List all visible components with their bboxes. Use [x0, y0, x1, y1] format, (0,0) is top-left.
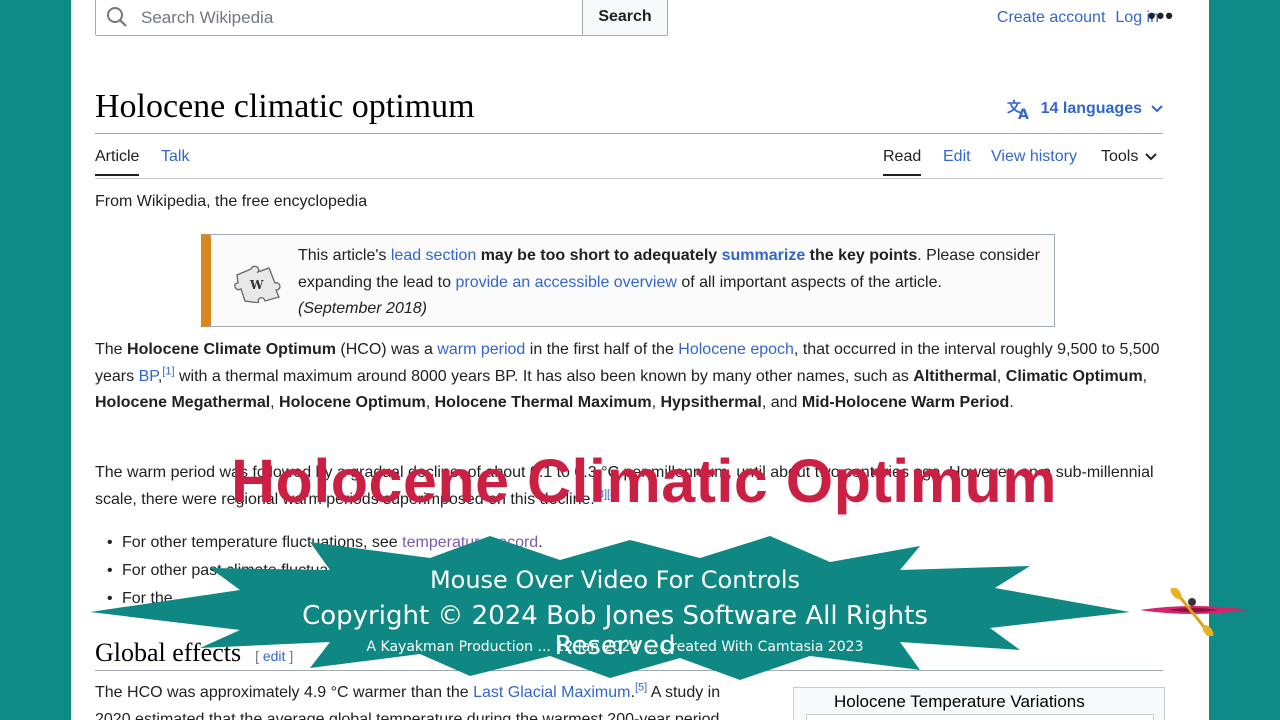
- tools-label: Tools: [1101, 148, 1139, 165]
- last-glacial-maximum-link[interactable]: Last Glacial Maximum: [473, 684, 630, 701]
- notice-text: This article's lead section may be too s…: [298, 247, 1040, 317]
- infobox-image: [806, 714, 1154, 720]
- intro-paragraph: The Holocene Climate Optimum (HCO) was a…: [95, 341, 1160, 411]
- global-effects-paragraph: The HCO was approximately 4.9 °C warmer …: [95, 681, 721, 720]
- create-account-link[interactable]: Create account: [997, 9, 1106, 27]
- lead-too-short-notice: W This article's lead section may be too…: [201, 234, 1055, 327]
- kayak-logo-icon: [1140, 588, 1248, 636]
- translate-icon: 文 A: [1007, 99, 1029, 120]
- production-credit: A Kayakman Production ... 12 Jan 2024 ..…: [366, 639, 864, 655]
- search-input[interactable]: [139, 7, 563, 29]
- tools-menu[interactable]: Tools: [1101, 148, 1158, 166]
- page-tabs: Article Talk Read Edit View history Tool…: [95, 140, 1163, 179]
- search-icon: [107, 7, 127, 27]
- notice-date: (September 2018): [298, 300, 427, 317]
- tagline: From Wikipedia, the free encyclopedia: [95, 193, 368, 210]
- accessible-overview-link[interactable]: provide an accessible overview: [455, 274, 676, 291]
- puzzle-piece-icon: W: [234, 265, 281, 303]
- svg-text:A: A: [1018, 107, 1029, 120]
- reference-1[interactable]: [1]: [162, 365, 174, 377]
- video-overlay-title: Holocene Climatic Optimum: [231, 447, 1057, 515]
- svg-text:W: W: [249, 278, 264, 292]
- reference-5[interactable]: [5]: [635, 682, 647, 694]
- page-title: Holocene climatic optimum: [95, 88, 475, 125]
- search-button[interactable]: Search: [583, 0, 668, 36]
- tab-read[interactable]: Read: [883, 148, 922, 176]
- bp-link[interactable]: BP: [139, 368, 158, 385]
- infobox: Holocene Temperature Variations: [793, 687, 1165, 720]
- tab-view-history[interactable]: View history: [991, 148, 1077, 166]
- tab-edit[interactable]: Edit: [943, 148, 971, 166]
- languages-button[interactable]: 文 A 14 languages: [1007, 98, 1164, 120]
- infobox-title: Holocene Temperature Variations: [834, 692, 1085, 711]
- chevron-down-icon: [1145, 153, 1158, 161]
- user-links: Create account Log in: [997, 9, 1159, 27]
- languages-label: 14 languages: [1040, 100, 1142, 117]
- chevron-down-icon: [1151, 105, 1163, 113]
- title-divider: [95, 133, 1163, 134]
- warm-period-link[interactable]: warm period: [437, 341, 525, 358]
- search-box[interactable]: [95, 0, 583, 36]
- tab-talk[interactable]: Talk: [161, 148, 189, 166]
- tab-article[interactable]: Article: [95, 148, 140, 176]
- lead-section-link[interactable]: lead section: [391, 247, 476, 264]
- holocene-epoch-link[interactable]: Holocene epoch: [678, 341, 794, 358]
- more-dots-icon[interactable]: •••: [1148, 3, 1174, 29]
- video-controls-hint: Mouse Over Video For Controls: [429, 566, 801, 594]
- summarize-link[interactable]: summarize: [722, 247, 806, 264]
